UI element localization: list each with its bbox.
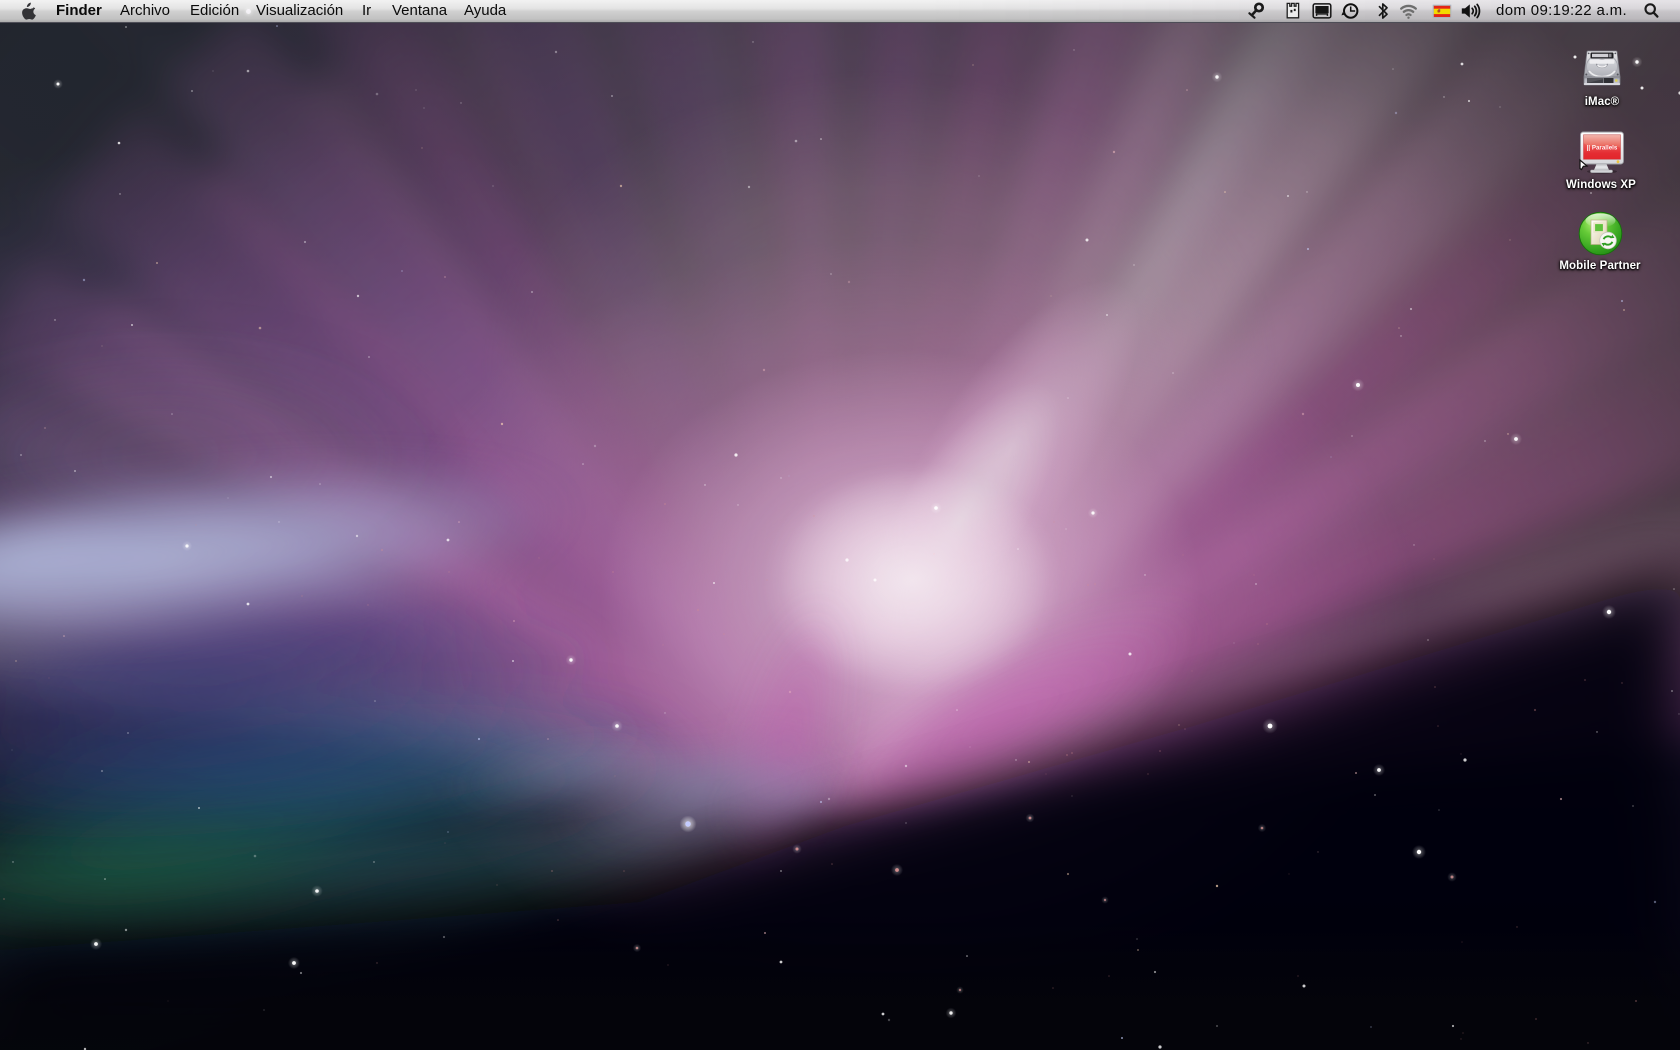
svg-text:|| Parallels: || Parallels <box>1587 145 1618 152</box>
